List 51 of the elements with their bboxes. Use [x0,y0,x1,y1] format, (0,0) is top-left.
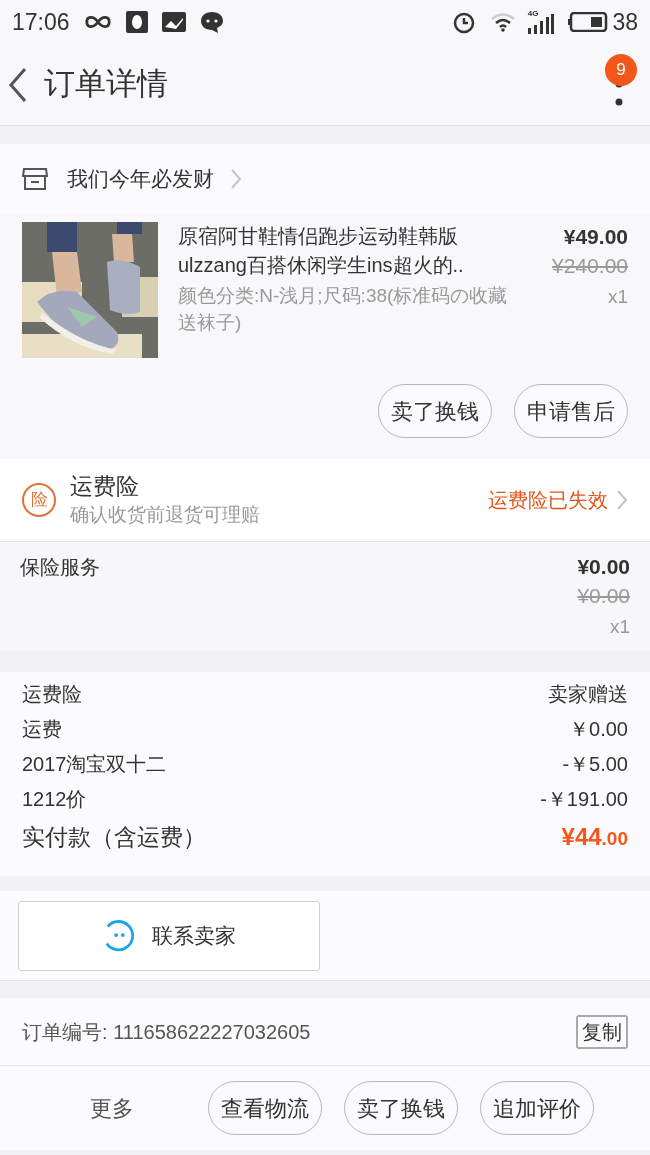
more-button[interactable]: 更多 [90,1091,134,1125]
product-quantity: x1 [607,285,628,309]
service-label: 保险服务 [20,555,101,580]
original-price: ¥240.00 [552,253,628,279]
insurance-subtitle: 确认收货前退货可理赔 [70,503,260,527]
total-amount: ¥44.00 [561,822,628,852]
back-icon[interactable] [8,66,28,103]
action-button[interactable]: 查看物流 [208,1081,322,1135]
fee-value: -￥5.00 [562,751,628,777]
insurance-icon: 险 [22,483,56,517]
fee-label: 2017淘宝双十二 [22,751,167,777]
insurance-row[interactable]: 险 运费险 确认收货前退货可理赔 运费险已失效 [0,459,650,542]
battery-percent: 38 [612,7,638,37]
store-icon [22,167,48,191]
insurance-status: 运费险已失效 [488,488,608,513]
total-label: 实付款（含运费） [22,822,206,852]
fee-label: 运费险 [22,681,82,707]
action-button[interactable]: 卖了换钱 [378,384,492,438]
service-original-price: ¥0.00 [577,583,630,609]
fee-label: 运费 [22,716,62,742]
status-time: 17:06 [12,7,70,37]
wifi-icon [489,12,516,32]
service-price: ¥0.00 [577,554,630,580]
fee-value: -￥191.00 [540,786,628,812]
chat-bubble-icon [199,10,224,34]
fee-value: ￥0.00 [569,716,628,742]
product-price: ¥49.00 [563,224,628,250]
fee-label: 1212价 [22,786,87,812]
notification-badge: 9 [605,53,637,86]
product-sku: 颜色分类:N-浅月;尺码:38(标准码の收藏送袜子) [178,284,508,335]
network-label: 4G [527,10,539,18]
insurance-title: 运费险 [70,472,140,501]
chevron-right-icon [616,489,628,511]
image-app-icon [161,12,186,32]
shop-row[interactable]: 我们今年必发财 [0,144,650,214]
action-button[interactable]: 卖了换钱 [344,1081,458,1135]
fee-value: 卖家赠送 [548,681,628,707]
signal-icon [528,14,555,34]
chevron-right-icon [230,168,242,190]
order-number: 订单编号: 111658622227032605 [22,1019,311,1045]
product-title: 原宿阿甘鞋情侣跑步运动鞋韩版ulzzang百搭休闲学生ins超火的.. [178,224,465,278]
action-button[interactable]: 追加评价 [480,1081,594,1135]
shop-name: 我们今年必发财 [67,166,214,193]
copy-button[interactable]: 复制 [576,1014,628,1049]
action-button[interactable]: 申请售后 [514,384,628,438]
battery-icon [568,12,609,32]
contact-seller-button[interactable]: 联系卖家 [18,900,320,971]
infinity-icon [83,15,112,29]
alarm-icon [451,10,476,34]
page-title: 订单详情 [44,65,168,104]
service-quantity: x1 [609,615,630,639]
